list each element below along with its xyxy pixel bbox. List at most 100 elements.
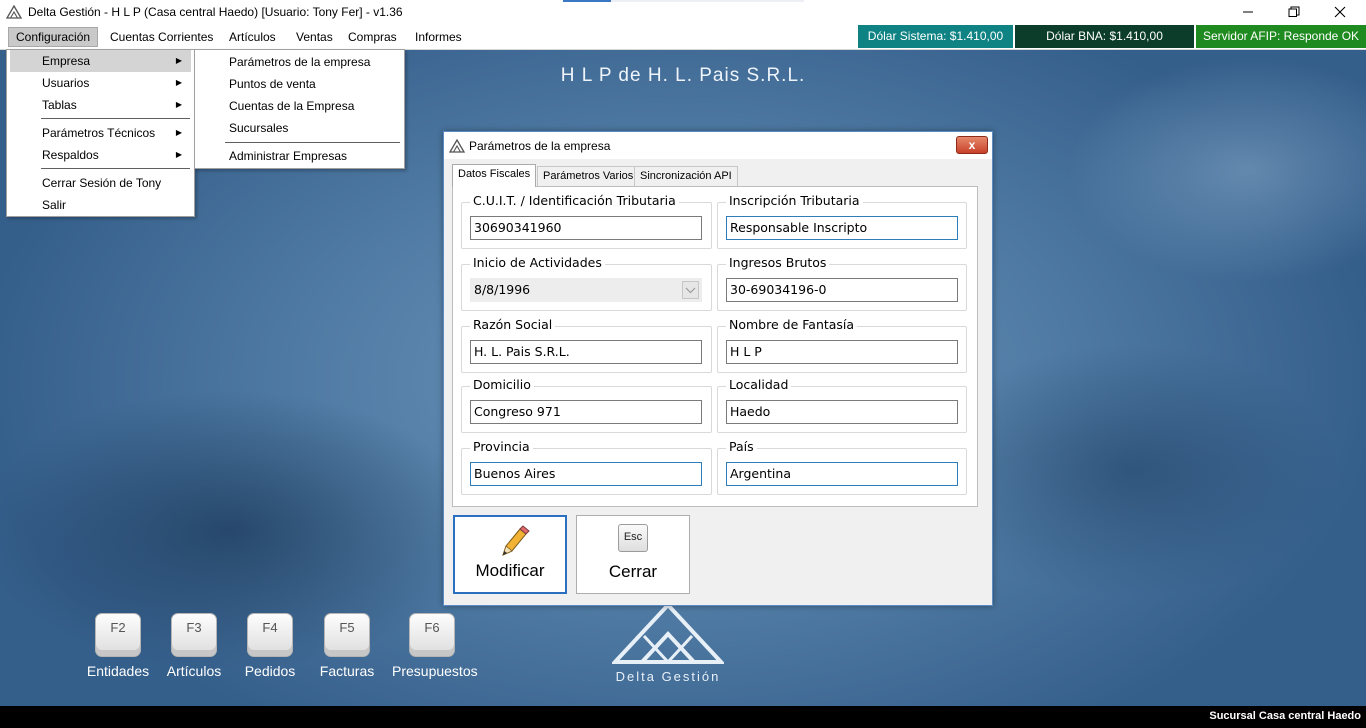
f5-key-icon: F5 <box>324 613 370 657</box>
close-window-button[interactable] <box>1317 0 1363 24</box>
menu-cuentas-corrientes[interactable]: Cuentas Corrientes <box>103 27 220 47</box>
inicio-group: Inicio de Actividades 8/8/1996 <box>461 255 712 311</box>
fkey-articulos[interactable]: F3 Artículos <box>154 613 234 679</box>
ingresos-label: Ingresos Brutos <box>726 255 830 270</box>
razon-group: Razón Social H. L. Pais S.R.L. <box>461 317 712 373</box>
configuracion-menu: Empresa ▶ Usuarios ▶ Tablas ▶ Parámetros… <box>6 49 195 217</box>
dropdown-button[interactable] <box>682 281 699 299</box>
menu-separator <box>41 118 190 119</box>
domicilio-field[interactable]: Congreso 971 <box>470 400 702 424</box>
ingresos-field[interactable]: 30-69034196-0 <box>726 278 958 302</box>
menubar: Configuración Cuentas Corrientes Artícul… <box>0 24 1366 66</box>
razon-label: Razón Social <box>470 317 556 332</box>
provincia-group: Provincia Buenos Aires <box>461 439 712 495</box>
inscripcion-field[interactable]: Responsable Inscripto <box>726 216 958 240</box>
submenu-sucursales[interactable]: Sucursales <box>198 117 401 139</box>
fkey-presupuestos[interactable]: F6 Presupuestos <box>392 613 478 679</box>
menu-item-cerrar-sesion[interactable]: Cerrar Sesión de Tony <box>10 172 191 194</box>
inicio-date-picker[interactable]: 8/8/1996 <box>470 278 702 302</box>
title-ghost-line <box>611 0 804 2</box>
provincia-field[interactable]: Buenos Aires <box>470 462 702 486</box>
fkey-pedidos[interactable]: F4 Pedidos <box>230 613 310 679</box>
delta-gestion-logo: Delta Gestión <box>610 602 726 684</box>
pais-field[interactable]: Argentina <box>726 462 958 486</box>
menu-item-tablas[interactable]: Tablas ▶ <box>10 94 191 116</box>
delta-logo-icon <box>610 602 726 665</box>
cuit-label: C.U.I.T. / Identificación Tributaria <box>470 193 679 208</box>
modificar-button[interactable]: Modificar <box>453 515 567 594</box>
datos-fiscales-panel: C.U.I.T. / Identificación Tributaria 306… <box>452 186 978 507</box>
fkey-label: Facturas <box>319 663 375 679</box>
menu-item-usuarios[interactable]: Usuarios ▶ <box>10 72 191 94</box>
ingresos-group: Ingresos Brutos 30-69034196-0 <box>717 255 967 311</box>
fkey-label: Artículos <box>166 663 222 679</box>
submenu-parametros-empresa[interactable]: Parámetros de la empresa <box>198 51 401 73</box>
menu-separator <box>41 168 190 169</box>
logo-text: Delta Gestión <box>615 669 721 684</box>
esc-key-icon: Esc <box>577 524 689 556</box>
parametros-empresa-dialog: Parámetros de la empresa x Datos Fiscale… <box>443 131 993 606</box>
close-icon: x <box>968 138 976 152</box>
close-icon <box>1334 6 1346 18</box>
pais-label: País <box>726 439 757 454</box>
submenu-administrar-empresas[interactable]: Administrar Empresas <box>198 145 401 167</box>
menu-item-label: Parámetros Técnicos <box>42 126 156 140</box>
inicio-value: 8/8/1996 <box>474 282 531 297</box>
menu-ventas[interactable]: Ventas <box>289 27 340 47</box>
menu-item-empresa[interactable]: Empresa ▶ <box>10 50 191 72</box>
domicilio-label: Domicilio <box>470 377 534 392</box>
cuit-group: C.U.I.T. / Identificación Tributaria 306… <box>461 193 712 249</box>
submenu-cuentas-empresa[interactable]: Cuentas de la Empresa <box>198 95 401 117</box>
dialog-titlebar: Parámetros de la empresa x <box>444 132 992 159</box>
submenu-arrow-icon: ▶ <box>175 150 182 159</box>
dolar-bna-badge[interactable]: Dólar BNA: $1.410,00 ($1.833,00) <box>1015 25 1194 66</box>
empresa-submenu: Parámetros de la empresa Puntos de venta… <box>194 49 405 169</box>
menu-item-label: Usuarios <box>42 76 90 90</box>
cuit-field[interactable]: 30690341960 <box>470 216 702 240</box>
fantasia-field[interactable]: H L P <box>726 340 958 364</box>
menu-item-respaldos[interactable]: Respaldos ▶ <box>10 144 191 166</box>
menu-item-label: Respaldos <box>42 148 99 162</box>
window-title: Delta Gestión - H L P (Casa central Haed… <box>28 5 403 19</box>
restore-button[interactable] <box>1271 0 1317 24</box>
window-titlebar: Delta Gestión - H L P (Casa central Haed… <box>0 0 1366 24</box>
fantasia-label: Nombre de Fantasía <box>726 317 858 332</box>
minimize-icon <box>1243 11 1253 13</box>
razon-social-field[interactable]: H. L. Pais S.R.L. <box>470 340 702 364</box>
dialog-title: Parámetros de la empresa <box>469 138 611 153</box>
menu-compras[interactable]: Compras <box>341 27 404 47</box>
submenu-arrow-icon: ▶ <box>175 128 182 137</box>
menu-separator <box>225 142 400 143</box>
menu-item-parametros-tecnicos[interactable]: Parámetros Técnicos ▶ <box>10 122 191 144</box>
dialog-close-button[interactable]: x <box>956 136 988 154</box>
tab-datos-fiscales[interactable]: Datos Fiscales <box>452 164 537 187</box>
tab-parametros-varios[interactable]: Parámetros Varios <box>537 166 640 186</box>
tab-sincronizacion-api[interactable]: Sincronización API <box>634 166 738 186</box>
menu-item-salir[interactable]: Salir <box>10 194 191 216</box>
minimize-button[interactable] <box>1225 0 1271 24</box>
cerrar-button[interactable]: Esc Cerrar <box>576 515 690 594</box>
restore-icon <box>1288 6 1300 17</box>
inscripcion-label: Inscripción Tributaria <box>726 193 863 208</box>
menu-articulos[interactable]: Artículos <box>222 27 283 47</box>
f4-key-icon: F4 <box>247 613 293 657</box>
title-accent-line <box>563 0 611 2</box>
statusbar: Sucursal Casa central Haedo <box>0 706 1366 728</box>
dolar-sistema-badge[interactable]: Dólar Sistema: $1.410,00 <box>858 25 1013 48</box>
menu-configuracion[interactable]: Configuración <box>8 27 99 47</box>
provincia-label: Provincia <box>470 439 533 454</box>
localidad-group: Localidad Haedo <box>717 377 967 433</box>
localidad-label: Localidad <box>726 377 792 392</box>
localidad-field[interactable]: Haedo <box>726 400 958 424</box>
fkey-label: Entidades <box>86 663 150 679</box>
servidor-afip-badge[interactable]: Servidor AFIP: Responde OK <box>1196 25 1366 48</box>
delta-logo-icon <box>449 138 465 153</box>
fkey-label: Pedidos <box>244 663 296 679</box>
submenu-puntos-de-venta[interactable]: Puntos de venta <box>198 73 401 95</box>
modificar-label: Modificar <box>475 561 545 580</box>
menu-informes[interactable]: Informes <box>408 27 469 47</box>
cerrar-label: Cerrar <box>608 562 658 581</box>
inscripcion-group: Inscripción Tributaria Responsable Inscr… <box>717 193 967 249</box>
fkey-facturas[interactable]: F5 Facturas <box>307 613 387 679</box>
fkey-entidades[interactable]: F2 Entidades <box>78 613 158 679</box>
